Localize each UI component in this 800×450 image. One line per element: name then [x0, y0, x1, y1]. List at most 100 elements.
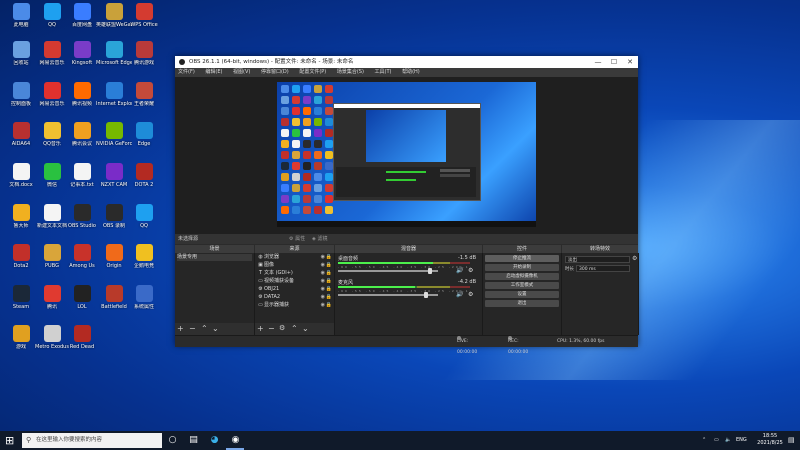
source-item[interactable]: ▭显示器捕获 ◉ 🔒	[257, 302, 333, 309]
lock-icon[interactable]: 🔒	[326, 286, 332, 293]
edge-icon[interactable]: ◕	[208, 434, 221, 447]
lock-icon[interactable]: 🔒	[326, 254, 332, 261]
visibility-eye-icon[interactable]: ◉	[321, 254, 325, 261]
tray-chevron-icon[interactable]: ⌃	[702, 431, 706, 450]
lock-icon[interactable]: 🔒	[326, 278, 332, 285]
volume-slider[interactable]	[338, 292, 438, 298]
desktop-shortcut[interactable]: 新建文本文档	[36, 203, 68, 237]
move-up-icon[interactable]: ⌃	[291, 323, 298, 334]
desktop-shortcut[interactable]: 控制面板	[5, 81, 37, 115]
filters-button[interactable]: ◈ 滤镜	[312, 234, 327, 244]
desktop-shortcut[interactable]: NZXT CAM	[98, 162, 130, 196]
desktop-shortcut[interactable]: 网易云音乐	[36, 40, 68, 74]
lock-icon[interactable]: 🔒	[326, 262, 332, 269]
language-indicator[interactable]: ENG	[736, 431, 747, 450]
desktop-shortcut[interactable]: Microsoft Edge	[96, 40, 132, 74]
source-item[interactable]: ▭视频捕获设备 ◉ 🔒	[257, 278, 333, 285]
menu-profile[interactable]: 配置文件(P)	[299, 69, 326, 75]
desktop-shortcut[interactable]: OBS Studio	[66, 203, 98, 237]
duration-input[interactable]: 300 ms	[576, 265, 630, 272]
visibility-eye-icon[interactable]: ◉	[321, 294, 325, 301]
desktop-shortcut[interactable]: Internet Explorer	[96, 81, 132, 115]
preview-canvas[interactable]	[277, 82, 536, 227]
desktop-shortcut[interactable]: AIDA64	[5, 121, 37, 155]
visibility-eye-icon[interactable]: ◉	[321, 286, 325, 293]
add-source-button[interactable]: +	[257, 323, 264, 334]
desktop-shortcut[interactable]: 腾讯游戏	[128, 40, 160, 74]
lock-icon[interactable]: 🔒	[326, 270, 332, 277]
desktop-shortcut[interactable]: WPS Office	[128, 2, 160, 36]
source-item[interactable]: ▣图像 ◉ 🔒	[257, 262, 333, 269]
desktop-shortcut[interactable]: LOL	[66, 284, 98, 318]
add-scene-button[interactable]: +	[177, 323, 184, 334]
desktop-shortcut[interactable]: 腾讯会议	[66, 121, 98, 155]
lock-icon[interactable]: 🔒	[326, 302, 332, 309]
menu-view[interactable]: 视图(V)	[233, 69, 250, 75]
desktop-shortcut[interactable]: Kingsoft	[66, 40, 98, 74]
desktop-shortcut[interactable]: OBS 录制	[98, 203, 130, 237]
desktop-shortcut[interactable]: PUBG	[36, 243, 68, 277]
settings-button[interactable]: 设置	[485, 291, 559, 298]
network-icon[interactable]: ▭	[714, 431, 719, 450]
menu-help[interactable]: 帮助(H)	[402, 69, 420, 75]
obs-taskbar-icon[interactable]: ◉	[229, 434, 242, 447]
desktop-shortcut[interactable]: 企鹅电竞	[128, 243, 160, 277]
move-up-icon[interactable]: ⌃	[201, 323, 208, 334]
desktop-shortcut[interactable]: Edge	[128, 121, 160, 155]
move-down-icon[interactable]: ⌄	[212, 323, 219, 334]
desktop-shortcut[interactable]: 微信	[36, 162, 68, 196]
desktop-shortcut[interactable]: 英雄联盟WeGame	[96, 2, 132, 36]
desktop-shortcut[interactable]: Origin	[98, 243, 130, 277]
windows-start-icon[interactable]: ⊞	[5, 435, 16, 446]
minimize-button[interactable]: —	[590, 56, 606, 68]
speaker-icon[interactable]: 🔊	[456, 291, 463, 298]
desktop-shortcut[interactable]: QQ	[128, 203, 160, 237]
desktop-shortcut[interactable]: QQ音乐	[36, 121, 68, 155]
slider-knob[interactable]	[428, 268, 432, 274]
task-view-icon[interactable]: ▤	[187, 434, 200, 447]
remove-source-button[interactable]: −	[268, 323, 275, 334]
desktop-shortcut[interactable]: NVIDIA GeForce	[96, 121, 132, 155]
gear-icon[interactable]: ⚙	[468, 291, 473, 298]
start-virtual-camera-button[interactable]: 启动虚拟摄像机	[485, 273, 559, 280]
desktop-shortcut[interactable]: 网易云音乐	[36, 81, 68, 115]
transition-settings-icon[interactable]: ⚙	[632, 255, 637, 262]
desktop-shortcut[interactable]: QQ	[36, 2, 68, 36]
studio-mode-button[interactable]: 工作室模式	[485, 282, 559, 289]
stop-streaming-button[interactable]: 停止推流	[485, 255, 559, 262]
source-item[interactable]: T 文本 (GDI+) ◉ 🔒	[257, 270, 333, 277]
menu-tools[interactable]: 工具(T)	[375, 69, 392, 75]
desktop-shortcut[interactable]: 文档.docx	[5, 162, 37, 196]
desktop-shortcut[interactable]: 此电脑	[5, 2, 37, 36]
desktop-shortcut[interactable]: 鲁大师	[5, 203, 37, 237]
volume-slider[interactable]	[338, 268, 438, 274]
desktop-shortcut[interactable]: Dota2	[5, 243, 37, 277]
start-recording-button[interactable]: 开始录制	[485, 264, 559, 271]
desktop-shortcut[interactable]: 游戏	[5, 324, 37, 358]
desktop-shortcut[interactable]: DOTA 2	[128, 162, 160, 196]
menu-file[interactable]: 文件(F)	[178, 69, 195, 75]
source-settings-icon[interactable]: ⚙	[279, 323, 285, 334]
desktop-shortcut[interactable]: 百度网盘	[66, 2, 98, 36]
desktop-shortcut[interactable]: 王者荣耀	[128, 81, 160, 115]
menu-docks[interactable]: 停靠窗口(D)	[261, 69, 289, 75]
properties-button[interactable]: ⚙ 属性	[289, 234, 305, 244]
desktop-shortcut[interactable]: Battlefield	[98, 284, 130, 318]
visibility-eye-icon[interactable]: ◉	[321, 302, 325, 309]
desktop-shortcut[interactable]: Among Us	[66, 243, 98, 277]
desktop-shortcut[interactable]: Steam	[5, 284, 37, 318]
visibility-eye-icon[interactable]: ◉	[321, 270, 325, 277]
menu-scene-collection[interactable]: 场景集合(S)	[337, 69, 364, 75]
cortana-icon[interactable]: ○	[166, 434, 179, 447]
desktop-shortcut[interactable]: 回收站	[5, 40, 37, 74]
speaker-icon[interactable]: 🔊	[456, 267, 463, 274]
source-item[interactable]: ⚙OBJ21 ◉ 🔒	[257, 286, 333, 293]
slider-knob[interactable]	[424, 292, 428, 298]
desktop-shortcut[interactable]: 腾讯视频	[66, 81, 98, 115]
source-item[interactable]: ◍浏览器 ◉ 🔒	[257, 254, 333, 261]
clock[interactable]: 18:55 2021/8/25	[755, 433, 785, 447]
desktop-shortcut[interactable]: 腾讯	[36, 284, 68, 318]
source-item[interactable]: ⚙DATA2 ◉ 🔒	[257, 294, 333, 301]
lock-icon[interactable]: 🔒	[326, 294, 332, 301]
desktop-shortcut[interactable]: 系统属性	[128, 284, 160, 318]
